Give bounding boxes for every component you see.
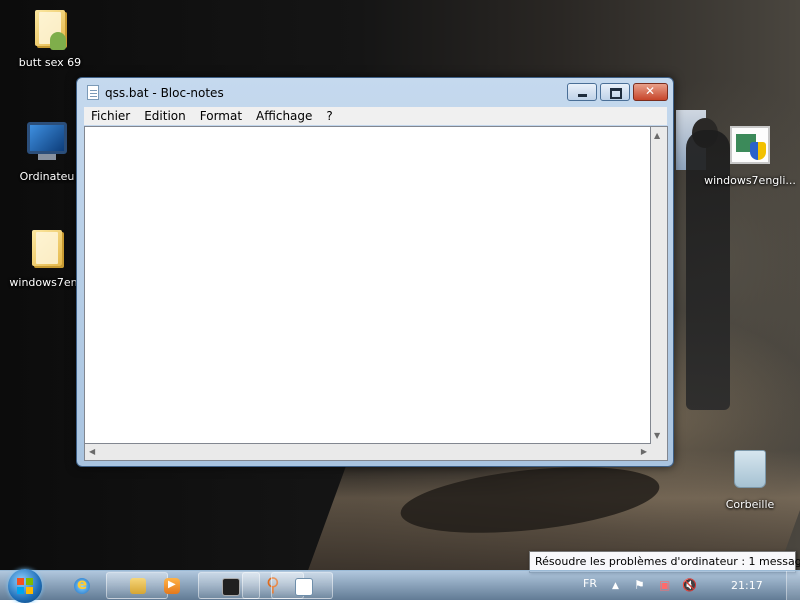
desktop-icon-recycle-bin[interactable]: Corbeille bbox=[705, 448, 795, 511]
horizontal-scrollbar[interactable]: ◀ ▶ bbox=[84, 444, 651, 461]
media-player-icon bbox=[164, 578, 180, 594]
text-editor[interactable] bbox=[84, 126, 651, 444]
window-title: qss.bat - Bloc-notes bbox=[105, 86, 224, 100]
notepad-icon bbox=[295, 578, 313, 596]
setup-icon bbox=[728, 126, 772, 170]
taskbar-notepad[interactable] bbox=[271, 572, 333, 599]
volume-muted-icon[interactable]: 🔇 bbox=[682, 578, 697, 592]
desktop-icon-user-folder[interactable]: butt sex 69 bbox=[5, 8, 95, 69]
menu-edition[interactable]: Edition bbox=[137, 109, 193, 123]
menu-fichier[interactable]: Fichier bbox=[84, 109, 137, 123]
desktop-icon-label: Corbeille bbox=[725, 498, 775, 511]
user-folder-icon bbox=[28, 8, 72, 52]
desktop-icon-setup[interactable]: windows7engli... bbox=[704, 122, 796, 187]
close-button[interactable] bbox=[633, 83, 668, 101]
scroll-up-icon[interactable]: ▲ bbox=[654, 131, 660, 140]
language-indicator[interactable]: FR bbox=[583, 577, 597, 590]
network-icon[interactable]: ▣ bbox=[659, 578, 670, 592]
desktop-icon-label: butt sex 69 bbox=[18, 56, 82, 69]
notepad-icon bbox=[87, 85, 99, 100]
scroll-down-icon[interactable]: ▼ bbox=[654, 431, 660, 440]
computer-icon bbox=[25, 122, 69, 166]
menu-format[interactable]: Format bbox=[193, 109, 249, 123]
internet-explorer-icon bbox=[74, 575, 90, 594]
taskbar-media-player[interactable] bbox=[140, 572, 202, 599]
clock[interactable]: 21:17 bbox=[731, 579, 763, 592]
action-center-flag-icon[interactable]: ⚑ bbox=[634, 578, 645, 592]
menu-affichage[interactable]: Affichage bbox=[249, 109, 319, 123]
start-button[interactable] bbox=[8, 569, 42, 603]
scroll-left-icon[interactable]: ◀ bbox=[89, 447, 95, 456]
recycle-bin-icon bbox=[728, 450, 772, 494]
desktop-icon-label: windows7engli... bbox=[704, 174, 796, 187]
show-desktop-button[interactable] bbox=[786, 571, 800, 601]
taskbar: FR ▲ ⚑ ▣ 🔇 21:17 bbox=[0, 569, 800, 603]
show-hidden-icons-icon[interactable]: ▲ bbox=[612, 581, 619, 591]
scroll-right-icon[interactable]: ▶ bbox=[641, 447, 647, 456]
window-titlebar[interactable]: qss.bat - Bloc-notes bbox=[77, 78, 673, 108]
folder-icon bbox=[25, 228, 69, 272]
maximize-button[interactable] bbox=[600, 83, 630, 101]
resize-grip[interactable] bbox=[651, 444, 668, 461]
taskbar-internet-explorer[interactable] bbox=[50, 572, 112, 599]
notepad-window[interactable]: qss.bat - Bloc-notes Fichier Edition For… bbox=[76, 77, 674, 467]
minimize-button[interactable] bbox=[567, 83, 597, 101]
vertical-scrollbar[interactable]: ▲ ▼ bbox=[651, 126, 668, 444]
menu-bar: Fichier Edition Format Affichage ? bbox=[84, 107, 667, 125]
command-prompt-icon bbox=[222, 578, 240, 596]
menu-help[interactable]: ? bbox=[319, 109, 339, 123]
